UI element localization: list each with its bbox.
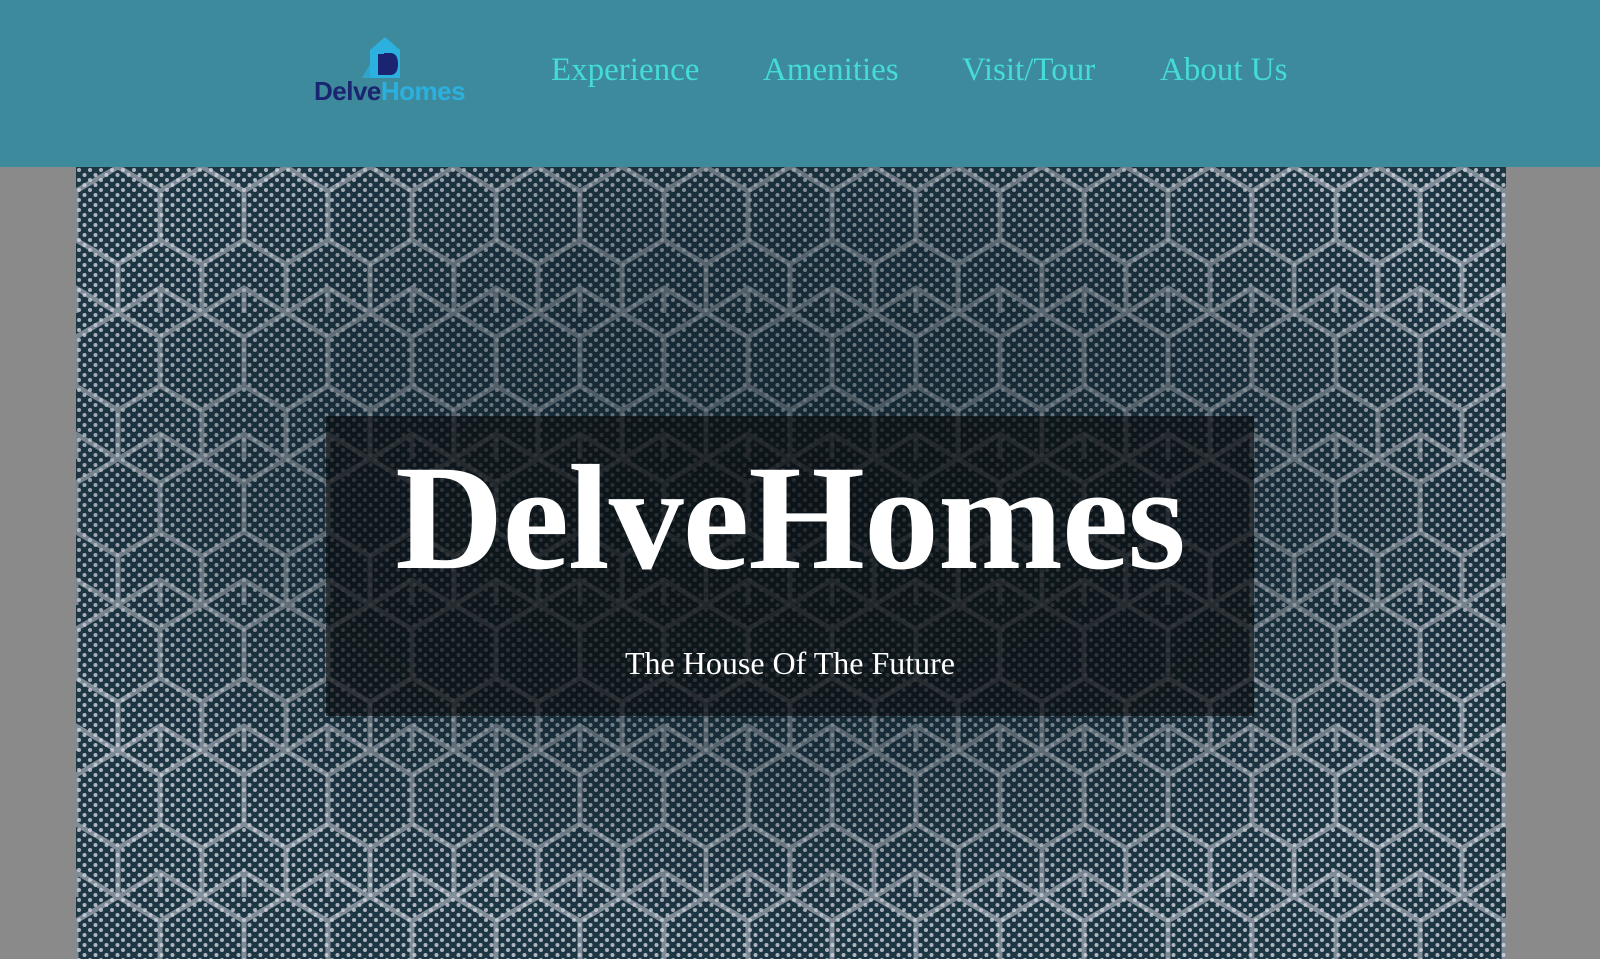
- nav-link-about-us[interactable]: About Us: [1160, 52, 1287, 90]
- hero-banner: DelveHomes The House Of The Future: [76, 167, 1506, 959]
- nav-link-amenities[interactable]: Amenities: [763, 52, 899, 90]
- nav-link-visit-tour[interactable]: Visit/Tour: [962, 52, 1095, 90]
- hero-title-box: DelveHomes The House Of The Future: [326, 416, 1254, 716]
- navbar: DelveHomes Experience Amenities Visit/To…: [0, 0, 1600, 167]
- nav-link-experience[interactable]: Experience: [551, 52, 699, 90]
- main-nav: Experience Amenities Visit/Tour About Us: [0, 0, 1600, 167]
- hero-title: DelveHomes: [395, 435, 1186, 601]
- hero-subtitle: The House Of The Future: [625, 645, 955, 681]
